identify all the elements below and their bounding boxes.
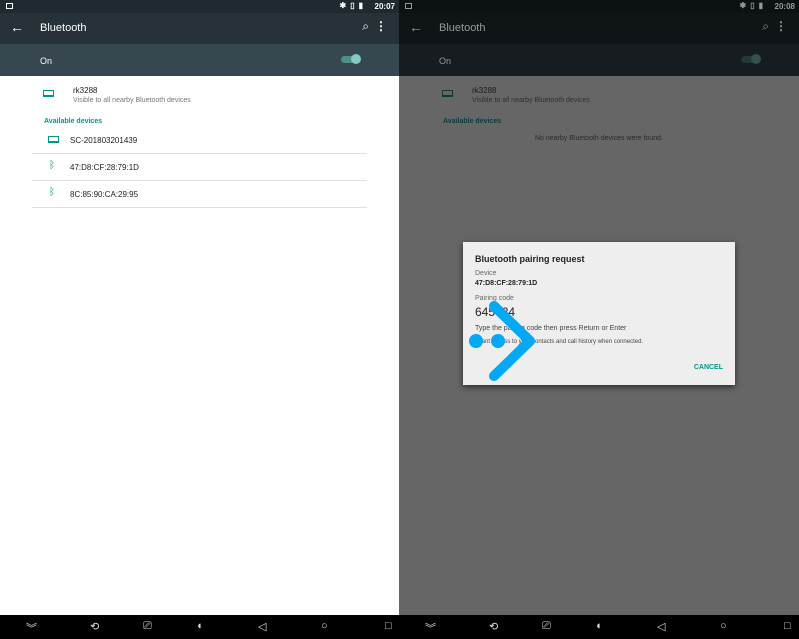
- device-name: rk3288: [73, 86, 98, 95]
- home-icon[interactable]: ○: [321, 620, 328, 632]
- device-visibility: Visible to all nearby Bluetooth devices: [73, 97, 191, 104]
- available-devices-header: Available devices: [443, 118, 502, 125]
- device-name: 8C:85:90:CA:29:95: [70, 190, 139, 199]
- notification-icon: [6, 3, 13, 9]
- empty-message: No nearby Bluetooth devices were found.: [534, 135, 664, 142]
- bluetooth-icon: ᛒ: [49, 187, 55, 198]
- bluetooth-toggle-bar[interactable]: On: [0, 44, 399, 76]
- device-address: 47:D8:CF:28:79:1D: [475, 280, 538, 287]
- recents-icon[interactable]: □: [784, 620, 791, 632]
- left-screen: ✱▯▮ 20:07 ← Bluetooth ⌕ ⋮ On rk3288 Visible t…: [0, 0, 399, 639]
- home-icon[interactable]: ○: [720, 620, 727, 632]
- notification-icon: [405, 3, 412, 9]
- status-icons: ✱▯▮: [739, 1, 767, 10]
- device-label: Device: [475, 270, 497, 277]
- clock: 20:07: [374, 2, 395, 11]
- device-name: 47:D8:CF:28:79:1D: [70, 163, 139, 172]
- toolbar: ← Bluetooth ⌕ ⋮: [0, 13, 399, 44]
- search-icon[interactable]: ⌕: [362, 19, 369, 34]
- screenshot-icon[interactable]: ⎚: [143, 620, 152, 633]
- rotate-icon[interactable]: ⟲: [90, 620, 99, 633]
- more-options-icon[interactable]: ⋮: [375, 19, 387, 33]
- device-visibility: Visible to all nearby Bluetooth devices: [472, 97, 590, 104]
- bluetooth-icon: ᛒ: [49, 160, 55, 171]
- device-row[interactable]: SC-201803201439: [32, 127, 367, 154]
- cancel-button[interactable]: CANCEL: [694, 364, 723, 371]
- volume-icon[interactable]: ◖: [595, 620, 602, 632]
- dialog-title: Bluetooth pairing request: [475, 254, 585, 264]
- back-icon[interactable]: ◁: [258, 620, 266, 633]
- hide-bar-icon[interactable]: ︾: [26, 620, 37, 636]
- status-icons: ✱▯▮: [339, 1, 367, 10]
- device-row[interactable]: ᛒ 47:D8:CF:28:79:1D: [32, 154, 367, 181]
- back-icon[interactable]: ◁: [657, 620, 665, 633]
- search-icon[interactable]: ⌕: [762, 19, 769, 34]
- clock: 20:08: [774, 2, 795, 11]
- status-bar: ✱▯▮ 20:08: [399, 0, 799, 13]
- back-arrow-icon[interactable]: ←: [10, 19, 24, 35]
- navigation-bar: ︾ ⟲ ⎚ ◖ ◁ ○ □: [0, 615, 399, 639]
- available-devices-header: Available devices: [44, 118, 103, 125]
- recents-icon[interactable]: □: [385, 620, 392, 632]
- laptop-icon: [48, 136, 59, 143]
- navigation-bar: ︾ ⟲ ⎚ ◖ ◁ ○ □: [399, 615, 799, 639]
- back-arrow-icon[interactable]: ←: [409, 19, 423, 35]
- rotate-icon[interactable]: ⟲: [489, 620, 498, 633]
- hide-bar-icon[interactable]: ︾: [425, 620, 436, 636]
- page-title: Bluetooth: [439, 22, 486, 34]
- device-name: SC-201803201439: [70, 136, 138, 145]
- bluetooth-switch[interactable]: [741, 54, 761, 64]
- toggle-label: On: [439, 56, 452, 66]
- volume-icon[interactable]: ◖: [196, 620, 203, 632]
- more-options-icon[interactable]: ⋮: [775, 19, 787, 33]
- bluetooth-switch[interactable]: [341, 54, 361, 64]
- screenshot-icon[interactable]: ⎚: [542, 620, 551, 633]
- laptop-icon: [442, 90, 453, 97]
- toggle-label: On: [40, 56, 53, 66]
- bluetooth-toggle-bar[interactable]: On: [399, 44, 799, 76]
- laptop-icon: [43, 90, 54, 97]
- device-name: rk3288: [472, 86, 497, 95]
- status-bar: ✱▯▮ 20:07: [0, 0, 399, 13]
- toolbar: ← Bluetooth ⌕ ⋮: [399, 13, 799, 44]
- right-screen: ✱▯▮ 20:08 ← Bluetooth ⌕ ⋮ On rk3288 Visible t…: [399, 0, 799, 639]
- page-title: Bluetooth: [40, 22, 87, 34]
- device-row[interactable]: ᛒ 8C:85:90:CA:29:95: [32, 181, 367, 208]
- next-arrow-overlay-icon: [469, 301, 535, 381]
